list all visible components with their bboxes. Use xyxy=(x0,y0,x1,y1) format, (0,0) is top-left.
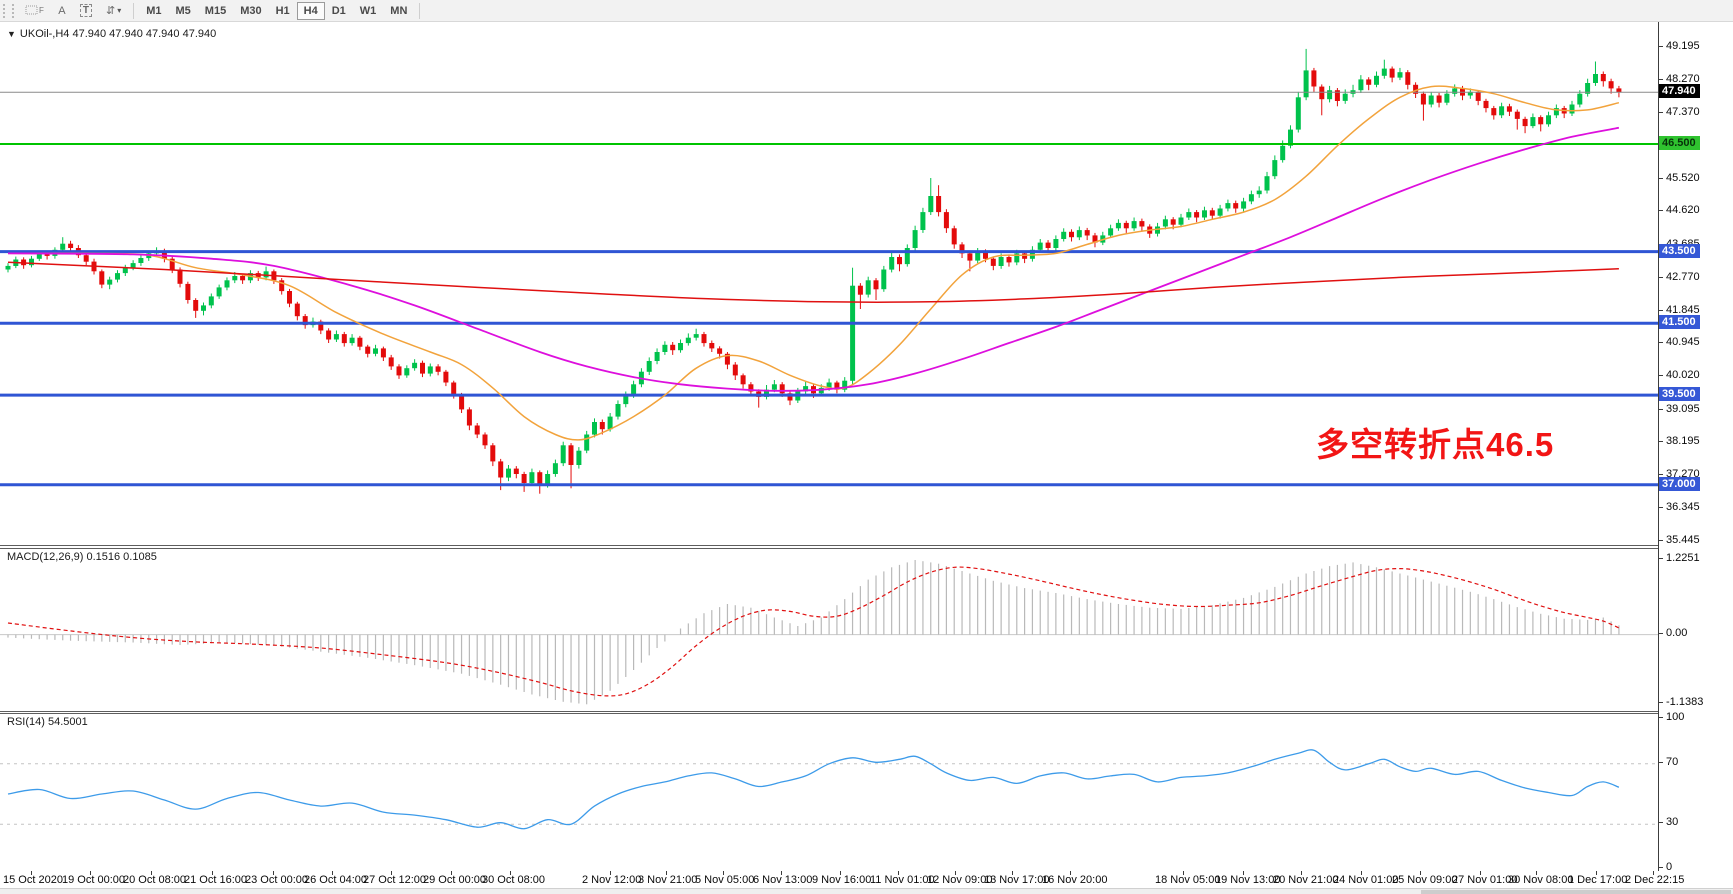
price-tick-label: 38.195 xyxy=(1666,435,1700,447)
date-label: 13 Nov 17:00 xyxy=(984,874,1049,886)
chart-title: ▼ UKOil-,H4 47.940 47.940 47.940 47.940 xyxy=(7,28,216,40)
rsi-tick-label: 30 xyxy=(1666,816,1678,828)
rsi-line xyxy=(8,750,1619,829)
timeframe-button-w1[interactable]: W1 xyxy=(353,2,384,20)
ma-slow-line xyxy=(8,262,1619,302)
macd-tick-label: 1.2251 xyxy=(1666,552,1700,564)
date-label: 11 Nov 01:00 xyxy=(870,874,935,886)
price-chart-panel[interactable] xyxy=(0,22,1658,546)
arrange-tool-button[interactable]: ⇵ ▾ xyxy=(99,2,128,20)
date-label: 21 Oct 16:00 xyxy=(184,874,247,886)
macd-tick-label: 0.00 xyxy=(1666,627,1687,639)
date-label: 18 Nov 05:00 xyxy=(1155,874,1220,886)
toolbar-separator xyxy=(133,3,134,19)
price-tag-43.500: 43.500 xyxy=(1659,244,1700,258)
rsi-tick-label: 100 xyxy=(1666,711,1684,723)
toolbar: F A T ⇵ ▾ M1M5M15M30H1H4D1W1MN xyxy=(0,0,1733,22)
timeframe-button-m15[interactable]: M15 xyxy=(198,2,233,20)
chart-shift-icon[interactable]: F xyxy=(18,2,51,20)
timeframe-button-h4[interactable]: H4 xyxy=(297,2,325,20)
date-label: 15 Oct 2020 xyxy=(3,874,63,886)
price-tick-label: 42.770 xyxy=(1666,271,1700,283)
chevron-down-icon: ▾ xyxy=(117,6,121,15)
date-label: 2 Nov 12:00 xyxy=(582,874,641,886)
toolbar-separator xyxy=(419,3,420,19)
font-tool-label: A xyxy=(58,5,65,17)
macd-tick-label: -1.1383 xyxy=(1666,696,1703,708)
price-tick-label: 36.345 xyxy=(1666,501,1700,513)
date-label: 19 Nov 13:00 xyxy=(1215,874,1280,886)
price-tick-label: 45.520 xyxy=(1666,172,1700,184)
dotted-grid-icon xyxy=(25,5,39,17)
date-label: 1 Dec 17:00 xyxy=(1568,874,1627,886)
price-axis[interactable]: 49.19548.27047.37045.52044.62043.68542.7… xyxy=(1658,22,1733,871)
font-tool-button[interactable]: A xyxy=(51,2,73,20)
timeframe-button-group: M1M5M15M30H1H4D1W1MN xyxy=(139,2,414,20)
date-label: 12 Nov 09:00 xyxy=(927,874,992,886)
date-label: 24 Nov 01:00 xyxy=(1333,874,1398,886)
date-label: 30 Nov 08:00 xyxy=(1508,874,1573,886)
rsi-tick-label: 0 xyxy=(1666,861,1672,873)
price-tick-label: 44.620 xyxy=(1666,204,1700,216)
scrollbar-thumb[interactable] xyxy=(1421,890,1731,894)
rsi-indicator-label: RSI(14) 54.5001 xyxy=(7,716,88,728)
price-tag-47.940: 47.940 xyxy=(1659,84,1700,98)
date-label: 6 Nov 13:00 xyxy=(753,874,812,886)
timeframe-button-m30[interactable]: M30 xyxy=(233,2,268,20)
price-tick-label: 40.945 xyxy=(1666,336,1700,348)
date-label: 23 Oct 00:00 xyxy=(245,874,308,886)
date-axis[interactable]: 15 Oct 202019 Oct 00:0020 Oct 08:0021 Oc… xyxy=(0,871,1733,888)
price-tick-label: 47.370 xyxy=(1666,106,1700,118)
text-label-icon: T xyxy=(80,4,92,17)
date-label: 20 Nov 21:00 xyxy=(1273,874,1338,886)
macd-indicator-label: MACD(12,26,9) 0.1516 0.1085 xyxy=(7,551,157,563)
chart-area: ▼ UKOil-,H4 47.940 47.940 47.940 47.940 M… xyxy=(0,22,1733,894)
macd-indicator-panel[interactable] xyxy=(0,548,1658,712)
date-label: 2 Dec 22:15 xyxy=(1625,874,1684,886)
date-label: 25 Nov 09:00 xyxy=(1392,874,1457,886)
trading-platform-window: F A T ⇵ ▾ M1M5M15M30H1H4D1W1MN ▼ UKOil-,H… xyxy=(0,0,1733,894)
price-tick-label: 49.195 xyxy=(1666,40,1700,52)
ma-mid-line xyxy=(8,128,1619,391)
date-label: 20 Oct 08:00 xyxy=(123,874,186,886)
timeframe-button-mn[interactable]: MN xyxy=(383,2,414,20)
rsi-indicator-panel[interactable] xyxy=(0,713,1658,872)
date-label: 27 Oct 12:00 xyxy=(363,874,426,886)
text-label-tool-button[interactable]: T xyxy=(73,2,99,20)
price-tag-39.500: 39.500 xyxy=(1659,387,1700,401)
price-tick-label: 39.095 xyxy=(1666,403,1700,415)
price-tag-37.000: 37.000 xyxy=(1659,477,1700,491)
chart-text-annotation: 多空转折点46.5 xyxy=(1316,418,1554,466)
date-label: 30 Oct 08:00 xyxy=(482,874,545,886)
date-label: 3 Nov 21:00 xyxy=(638,874,697,886)
price-tick-label: 40.020 xyxy=(1666,369,1700,381)
toolbar-grip-handle[interactable] xyxy=(3,4,14,18)
symbol-dropdown-icon[interactable]: ▼ xyxy=(7,29,16,39)
macd-histogram xyxy=(8,560,1619,704)
date-label: 29 Oct 00:00 xyxy=(423,874,486,886)
timeframe-button-d1[interactable]: D1 xyxy=(325,2,353,20)
timeframe-button-m1[interactable]: M1 xyxy=(139,2,168,20)
date-label: 19 Oct 00:00 xyxy=(62,874,125,886)
date-label: 9 Nov 16:00 xyxy=(812,874,871,886)
price-tag-46.500: 46.500 xyxy=(1659,136,1700,150)
sort-arrows-icon: ⇵ xyxy=(106,4,115,17)
date-label: 26 Oct 04:00 xyxy=(304,874,367,886)
price-tick-label: 41.845 xyxy=(1666,304,1700,316)
date-label: 5 Nov 05:00 xyxy=(695,874,754,886)
timeframe-button-h1[interactable]: H1 xyxy=(269,2,297,20)
price-tick-label: 35.445 xyxy=(1666,534,1700,546)
price-tag-41.500: 41.500 xyxy=(1659,315,1700,329)
chart-shift-label: F xyxy=(39,6,44,15)
date-label: 16 Nov 20:00 xyxy=(1042,874,1107,886)
horizontal-scrollbar[interactable] xyxy=(0,888,1733,894)
timeframe-button-m5[interactable]: M5 xyxy=(169,2,198,20)
chart-title-text: UKOil-,H4 47.940 47.940 47.940 47.940 xyxy=(20,28,216,40)
rsi-tick-label: 70 xyxy=(1666,756,1678,768)
